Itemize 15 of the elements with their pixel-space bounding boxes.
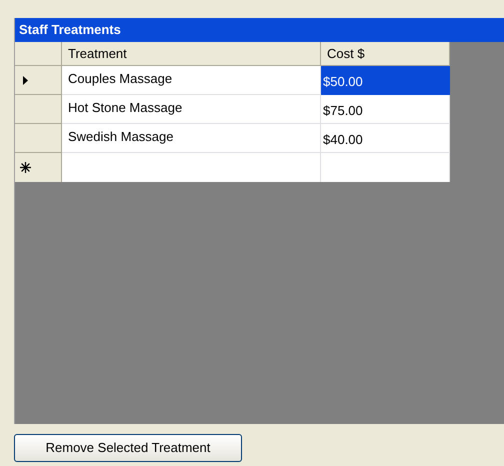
- table-cell[interactable]: [321, 153, 450, 182]
- table-cell[interactable]: $75.00: [321, 95, 450, 124]
- new-row-icon: [20, 162, 31, 173]
- grid-caption: Staff Treatments: [15, 18, 504, 42]
- table-cell[interactable]: [62, 153, 321, 182]
- row-header[interactable]: [15, 153, 62, 182]
- remove-selected-treatment-button[interactable]: Remove Selected Treatment: [14, 434, 242, 462]
- current-row-icon: [23, 76, 28, 84]
- table-cell[interactable]: Swedish Massage: [62, 124, 321, 153]
- table-cell[interactable]: Hot Stone Massage: [62, 95, 321, 124]
- column-header[interactable]: Treatment: [62, 42, 321, 66]
- table-cell[interactable]: Couples Massage: [62, 66, 321, 95]
- table-cell[interactable]: $50.00: [321, 66, 450, 95]
- column-header[interactable]: Cost $: [321, 42, 450, 66]
- table-cell[interactable]: $40.00: [321, 124, 450, 153]
